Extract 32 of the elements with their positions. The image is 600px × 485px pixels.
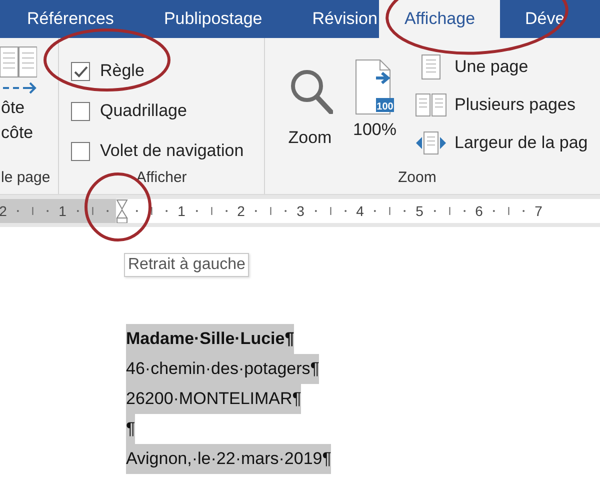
ribbon-tab[interactable]: Révision — [287, 0, 380, 38]
zoom-option-button[interactable]: Plusieurs pages — [414, 86, 588, 124]
ruler-number: 6 — [474, 203, 484, 219]
page-icon — [421, 54, 442, 80]
zoom-100-button[interactable]: 100 100% — [343, 58, 406, 168]
ruler-number: 5 — [414, 203, 424, 219]
tooltip: Retrait à gauche — [124, 253, 250, 277]
group-label: le page — [1, 168, 52, 188]
ruler-number: 7 — [534, 203, 544, 219]
ribbon-tab[interactable]: Références — [2, 0, 139, 38]
side-by-side-button[interactable]: ôte côte — [1, 48, 37, 168]
zoom-button[interactable]: Zoom — [277, 68, 343, 168]
checkbox[interactable]: Règle — [71, 54, 244, 88]
ruler-number: 1 — [176, 203, 186, 219]
ruler-number: 2 — [0, 199, 9, 223]
zoom-option-button[interactable]: Une page — [414, 48, 588, 86]
ribbon-tab[interactable]: Affichage — [379, 0, 500, 38]
ruler-number: 4 — [355, 203, 365, 219]
ruler-number: 1 — [56, 199, 68, 223]
ribbon-tab[interactable]: Publipostage — [138, 0, 288, 38]
zoom-option-button[interactable]: Largeur de la pag — [414, 124, 588, 162]
ruler-number: 3 — [296, 203, 306, 219]
indent-marker[interactable] — [116, 199, 128, 223]
group-label: Zoom — [397, 168, 438, 188]
two-pages-icon — [415, 93, 448, 117]
ruler-number: 2 — [236, 203, 246, 219]
check-icon — [73, 64, 88, 78]
page-width-icon — [415, 131, 448, 155]
group-label: Afficher — [135, 168, 188, 188]
checkbox[interactable]: Volet de navigation — [71, 134, 244, 168]
checkbox[interactable]: Quadrillage — [71, 94, 244, 128]
ribbon-tab[interactable]: Déve — [500, 0, 590, 38]
